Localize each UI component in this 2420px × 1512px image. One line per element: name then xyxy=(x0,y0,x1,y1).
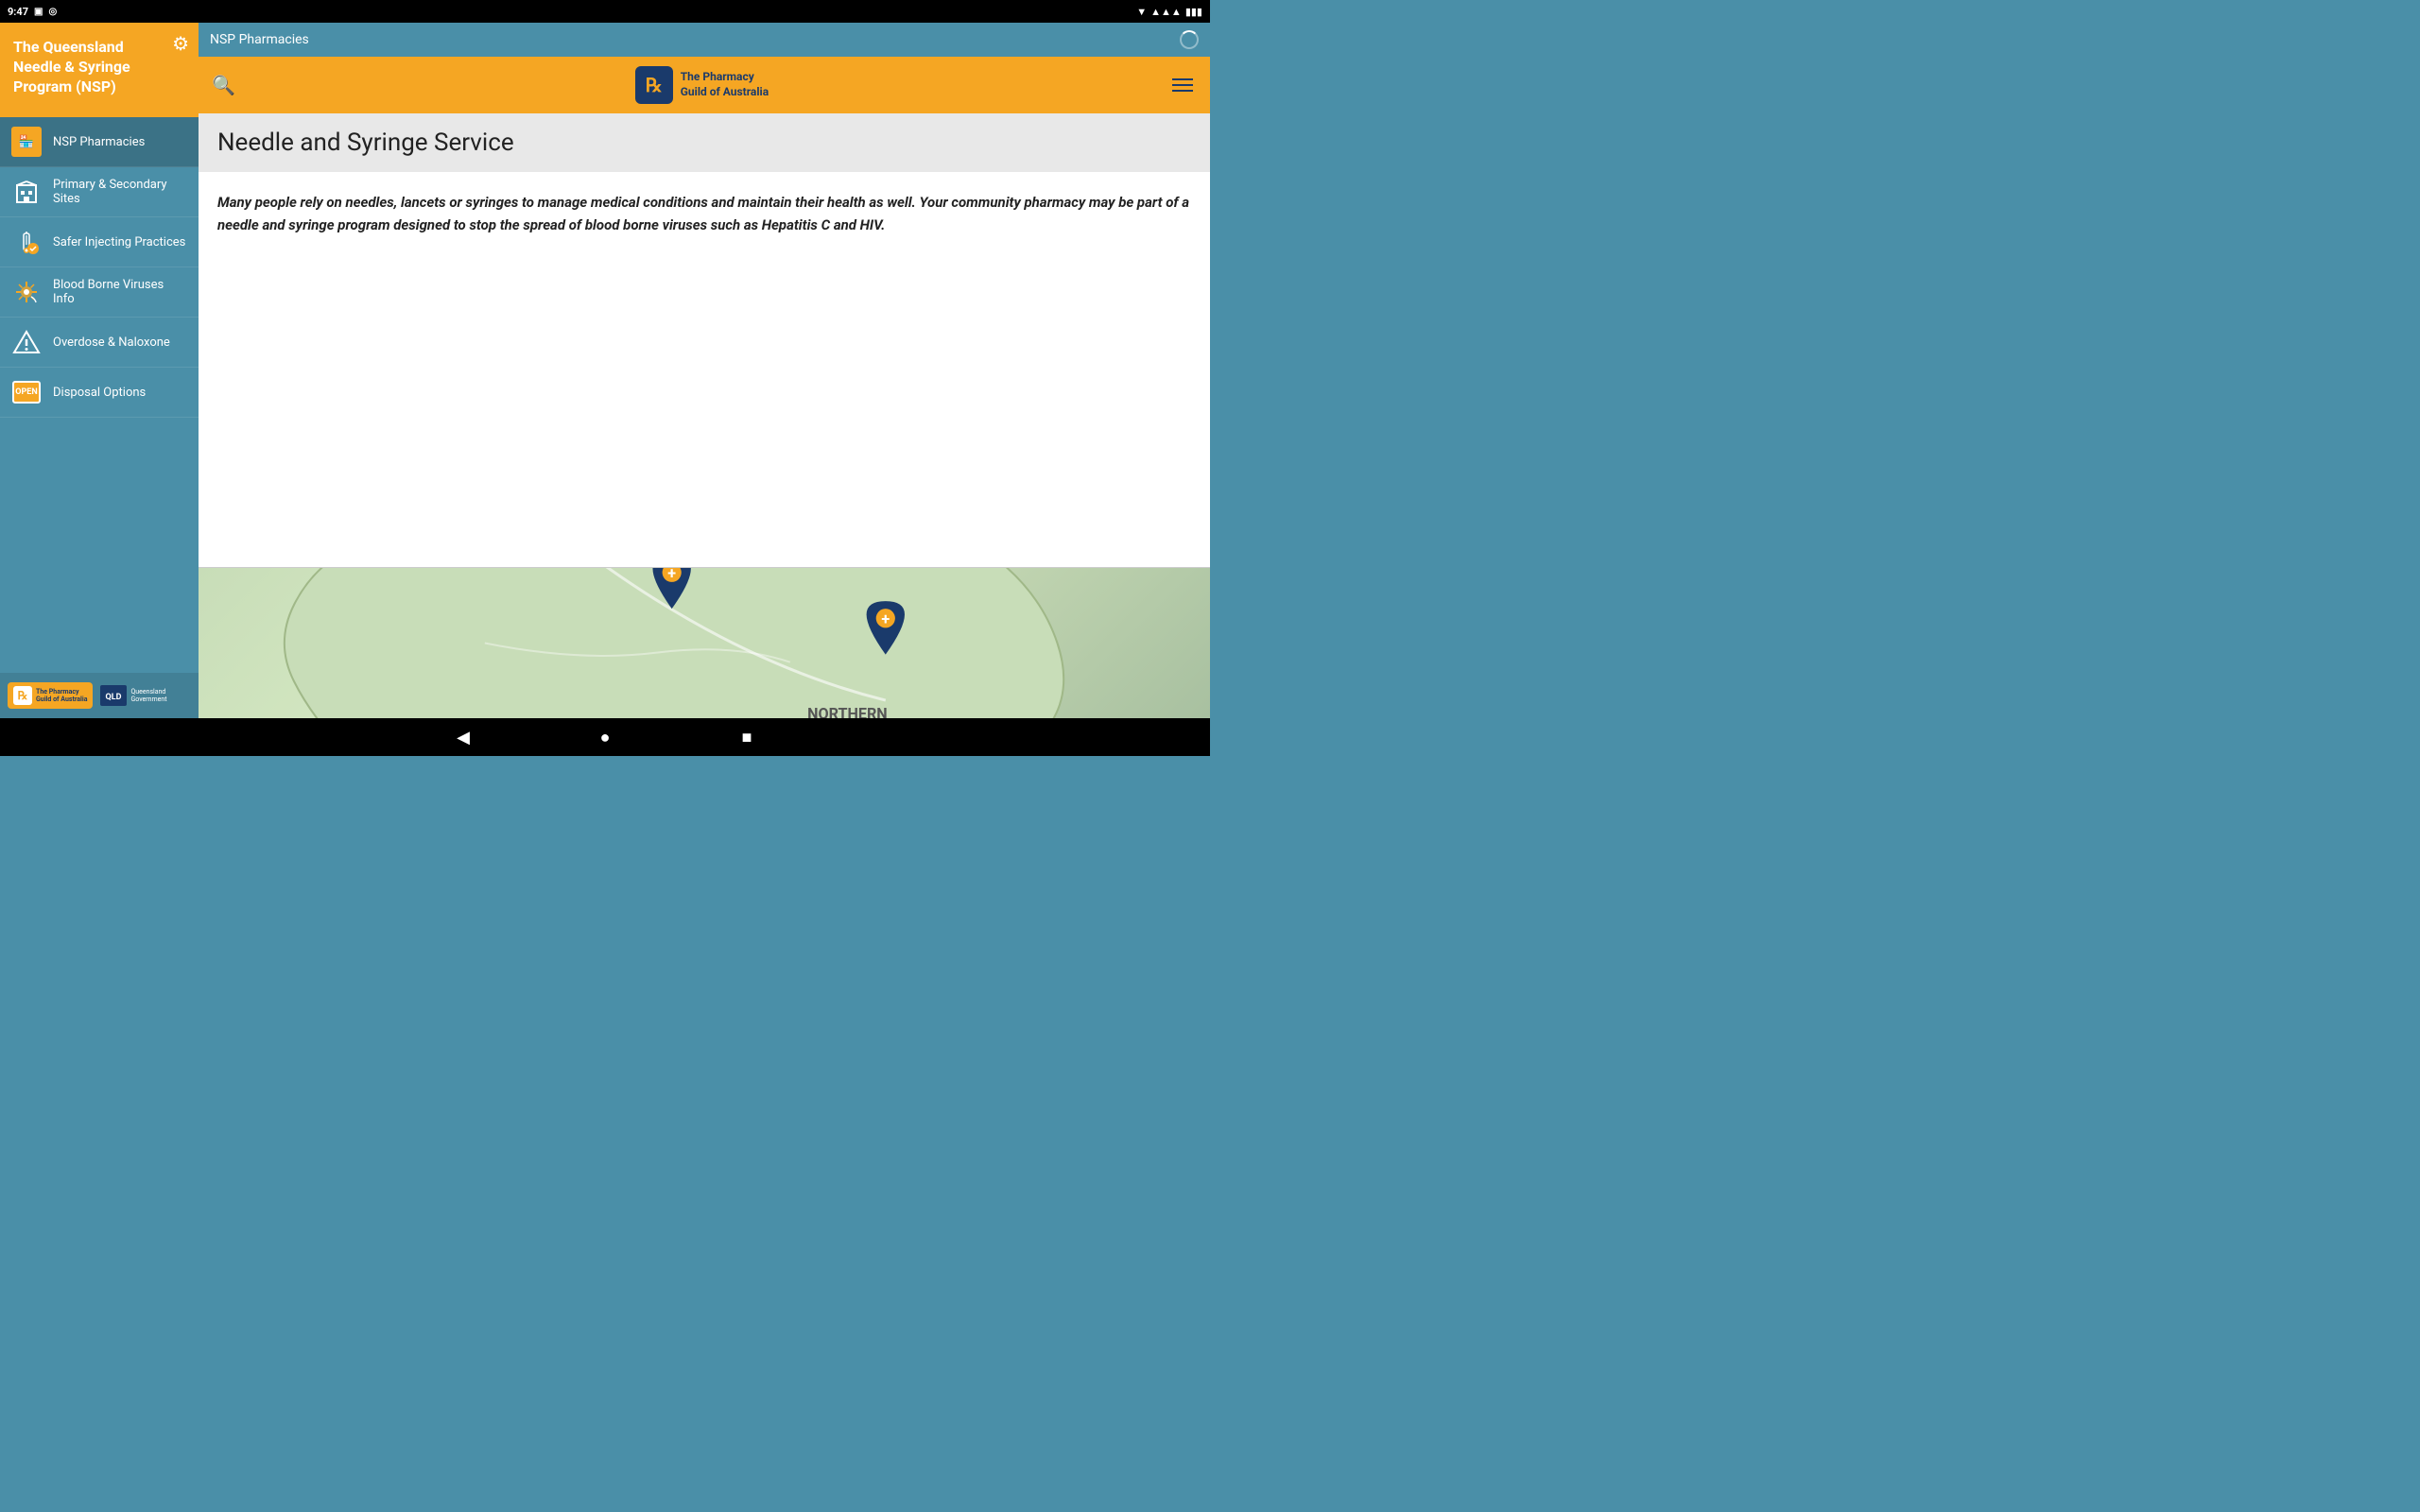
pharmacy-guild-footer-logo: ℞ The PharmacyGuild of Australia xyxy=(8,682,93,709)
guild-name-text: The Pharmacy Guild of Australia xyxy=(681,70,769,99)
sidebar-item-nsp-pharmacies[interactable]: 🏪 NSP Pharmacies xyxy=(0,117,199,167)
wifi-icon: ▼ xyxy=(1136,6,1147,18)
web-header-logo: ℞ The Pharmacy Guild of Australia xyxy=(635,66,769,104)
hamburger-menu-icon[interactable] xyxy=(1168,75,1197,95)
sidebar-item-disposal[interactable]: OPEN Disposal Options xyxy=(0,368,199,418)
sidebar: ⚙ The Queensland Needle & Syringe Progra… xyxy=(0,23,199,718)
sidebar-item-label-safer-injecting: Safer Injecting Practices xyxy=(53,235,185,249)
web-page-title-section: Needle and Syringe Service xyxy=(199,113,1210,172)
open-icon: OPEN xyxy=(11,377,42,407)
app-container: ⚙ The Queensland Needle & Syringe Progra… xyxy=(0,23,1210,718)
qld-gov-footer-logo: QLD QueenslandGovernment xyxy=(100,685,166,706)
recent-apps-button[interactable]: ■ xyxy=(733,723,761,751)
web-body-content: Many people rely on needles, lancets or … xyxy=(199,172,1210,567)
sidebar-item-label-disposal: Disposal Options xyxy=(53,386,146,400)
sidebar-item-primary-secondary[interactable]: Primary & Secondary Sites xyxy=(0,167,199,217)
sim-icon: ▣ xyxy=(34,7,43,17)
sidebar-footer: ℞ The PharmacyGuild of Australia QLD Que… xyxy=(0,673,199,718)
syringe-icon xyxy=(11,227,42,257)
building-icon xyxy=(11,177,42,207)
signal-icon: ▲▲▲ xyxy=(1150,6,1182,18)
sidebar-item-safer-injecting[interactable]: Safer Injecting Practices xyxy=(0,217,199,267)
top-bar: NSP Pharmacies xyxy=(199,23,1210,57)
back-button[interactable]: ◀ xyxy=(449,723,477,751)
pharmacy-icon: 🏪 xyxy=(11,127,42,157)
web-frame: 🔍 ℞ The Pharmacy Guild of Australia Need… xyxy=(199,57,1210,718)
time: 9:47 xyxy=(8,6,28,18)
sidebar-item-overdose[interactable]: Overdose & Naloxone xyxy=(0,318,199,368)
sidebar-item-label-blood-borne: Blood Borne Viruses Info xyxy=(53,278,187,306)
battery-icon: ▮▮▮ xyxy=(1185,6,1202,18)
page-title-bar: NSP Pharmacies xyxy=(210,32,1170,47)
map-container[interactable]: NORTHERN TERRITORY + xyxy=(199,567,1210,718)
photo-icon: ◎ xyxy=(49,7,58,17)
sidebar-item-label-nsp-pharmacies: NSP Pharmacies xyxy=(53,135,145,149)
virus-icon xyxy=(11,277,42,307)
svg-text:+: + xyxy=(667,568,676,582)
sidebar-item-label-primary-secondary: Primary & Secondary Sites xyxy=(53,178,187,206)
web-body-text: Many people rely on needles, lancets or … xyxy=(217,191,1191,236)
svg-text:NORTHERN: NORTHERN xyxy=(807,705,888,718)
pharmacy-guild-logo-icon: ℞ xyxy=(635,66,673,104)
home-button[interactable]: ● xyxy=(591,723,619,751)
status-bar-right: ▼ ▲▲▲ ▮▮▮ xyxy=(1136,6,1202,18)
map-svg: NORTHERN TERRITORY + xyxy=(199,568,1210,718)
svg-text:QLD: QLD xyxy=(106,693,122,702)
sidebar-item-blood-borne[interactable]: Blood Borne Viruses Info xyxy=(0,267,199,318)
search-icon[interactable]: 🔍 xyxy=(212,74,235,96)
loading-indicator xyxy=(1180,30,1199,49)
main-content: NSP Pharmacies 🔍 ℞ The Pharmacy Guild of… xyxy=(199,23,1210,718)
status-bar-left: 9:47 ▣ ◎ xyxy=(8,6,57,18)
map-background: NORTHERN TERRITORY + xyxy=(199,568,1210,718)
status-bar: 9:47 ▣ ◎ ▼ ▲▲▲ ▮▮▮ xyxy=(0,0,1210,23)
sidebar-header: ⚙ The Queensland Needle & Syringe Progra… xyxy=(0,23,199,117)
sidebar-item-label-overdose: Overdose & Naloxone xyxy=(53,335,170,350)
svg-text:+: + xyxy=(881,610,890,627)
settings-icon[interactable]: ⚙ xyxy=(172,32,189,55)
navigation-bar: ◀ ● ■ xyxy=(0,718,1210,756)
sidebar-title: The Queensland Needle & Syringe Program … xyxy=(13,38,185,96)
web-page-heading: Needle and Syringe Service xyxy=(217,129,1191,157)
warning-icon xyxy=(11,327,42,357)
web-header: 🔍 ℞ The Pharmacy Guild of Australia xyxy=(199,57,1210,113)
sidebar-menu: 🏪 NSP Pharmacies Primar xyxy=(0,117,199,673)
